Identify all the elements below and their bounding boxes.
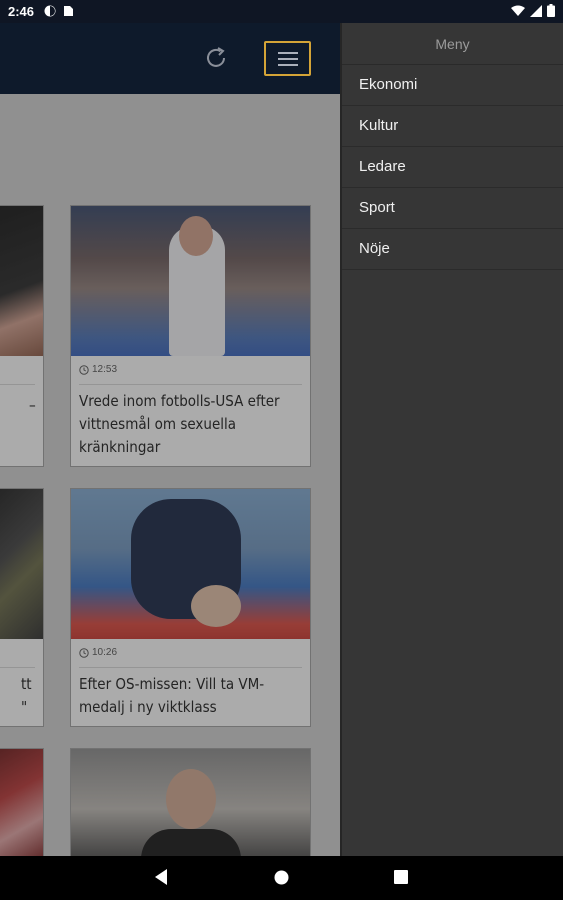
menu-item-kultur[interactable]: Kultur	[342, 106, 563, 147]
app-notification-icon	[44, 5, 56, 17]
navigation-drawer: Meny Ekonomi Kultur Ledare Sport Nöje	[340, 23, 563, 856]
article-card[interactable]: tt "	[0, 488, 44, 727]
article-card[interactable]	[0, 748, 44, 856]
article-headline-fragment: –	[29, 396, 36, 414]
article-card[interactable]: –	[0, 205, 44, 467]
back-icon[interactable]	[153, 868, 169, 886]
menu-line-icon	[278, 58, 298, 60]
battery-icon	[547, 4, 555, 17]
article-image	[71, 489, 310, 639]
sim-card-icon	[64, 6, 73, 16]
article-image	[71, 206, 310, 356]
menu-item-sport[interactable]: Sport	[342, 188, 563, 229]
recents-icon[interactable]	[394, 870, 408, 884]
clock-icon	[79, 364, 89, 375]
status-bar: 2:46	[0, 0, 563, 23]
article-time: 12:53	[79, 364, 117, 375]
divider	[0, 384, 35, 385]
divider	[0, 667, 35, 668]
system-nav-bar	[0, 856, 563, 900]
clock-icon	[79, 647, 89, 658]
article-image	[0, 749, 43, 856]
refresh-icon[interactable]	[203, 45, 229, 71]
article-image	[71, 749, 310, 856]
wifi-icon	[511, 5, 525, 16]
menu-item-ekonomi[interactable]: Ekonomi	[342, 65, 563, 106]
article-card[interactable]: 12:53 Vrede inom fotbolls-USA efter vitt…	[70, 205, 311, 467]
article-image	[0, 489, 43, 639]
article-headline-fragment: tt "	[21, 675, 32, 716]
home-icon[interactable]	[274, 870, 289, 885]
article-card[interactable]	[70, 748, 311, 856]
article-time-label: 12:53	[92, 364, 118, 375]
status-time: 2:46	[8, 4, 35, 19]
article-card[interactable]: 10:26 Efter OS-missen: Vill ta VM-medalj…	[70, 488, 311, 727]
divider	[79, 384, 302, 385]
menu-button[interactable]	[264, 41, 311, 76]
divider	[79, 667, 302, 668]
article-time: 10:26	[79, 647, 117, 658]
article-image	[0, 206, 43, 356]
article-time-label: 10:26	[92, 647, 118, 658]
signal-icon	[530, 4, 542, 17]
drawer-title: Meny	[342, 23, 563, 65]
menu-item-noje[interactable]: Nöje	[342, 229, 563, 270]
menu-item-ledare[interactable]: Ledare	[342, 147, 563, 188]
menu-line-icon	[278, 52, 298, 54]
article-headline: Efter OS-missen: Vill ta VM-medalj i ny …	[79, 675, 265, 716]
news-feed: – tt " 12:53 Vrede inom fotbolls-USA eft…	[0, 23, 340, 856]
status-icons	[511, 4, 555, 17]
app-header	[0, 23, 340, 94]
article-headline: Vrede inom fotbolls-USA efter vittnesmål…	[79, 392, 280, 456]
menu-line-icon	[278, 64, 298, 66]
